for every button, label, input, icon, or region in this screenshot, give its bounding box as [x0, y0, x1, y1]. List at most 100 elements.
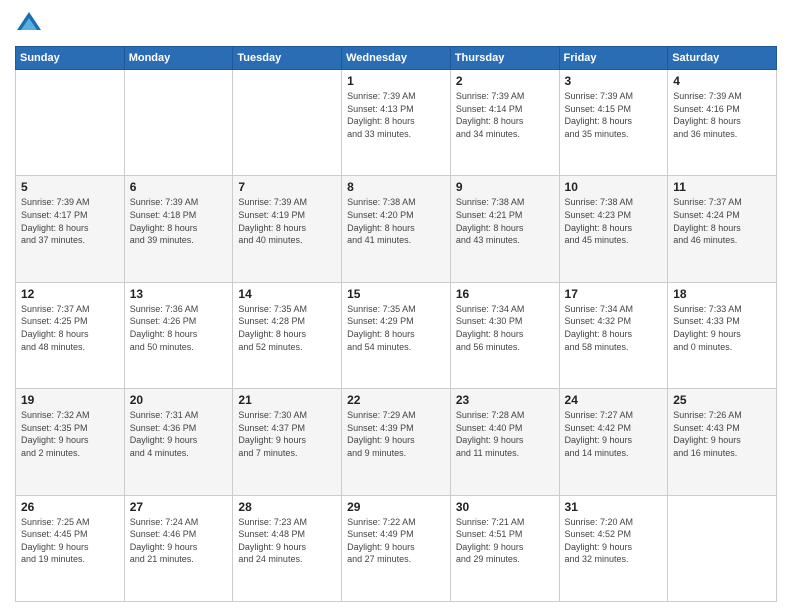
day-number: 10: [565, 180, 663, 194]
day-info: Sunrise: 7:28 AM Sunset: 4:40 PM Dayligh…: [456, 409, 554, 459]
day-info: Sunrise: 7:31 AM Sunset: 4:36 PM Dayligh…: [130, 409, 228, 459]
calendar-cell: 9 Sunrise: 7:38 AM Sunset: 4:21 PM Daylig…: [450, 176, 559, 282]
day-number: 25: [673, 393, 771, 407]
day-info: Sunrise: 7:30 AM Sunset: 4:37 PM Dayligh…: [238, 409, 336, 459]
calendar-cell: 29 Sunrise: 7:22 AM Sunset: 4:49 PM Dayli…: [342, 495, 451, 601]
day-info: Sunrise: 7:20 AM Sunset: 4:52 PM Dayligh…: [565, 516, 663, 566]
calendar-cell: 6 Sunrise: 7:39 AM Sunset: 4:18 PM Daylig…: [124, 176, 233, 282]
day-info: Sunrise: 7:38 AM Sunset: 4:21 PM Dayligh…: [456, 196, 554, 246]
day-number: 22: [347, 393, 445, 407]
day-number: 16: [456, 287, 554, 301]
calendar-header-sunday: Sunday: [16, 47, 125, 70]
calendar-week-5: 26 Sunrise: 7:25 AM Sunset: 4:45 PM Dayli…: [16, 495, 777, 601]
calendar-cell: [16, 70, 125, 176]
day-number: 21: [238, 393, 336, 407]
day-number: 14: [238, 287, 336, 301]
day-number: 2: [456, 74, 554, 88]
calendar-cell: 26 Sunrise: 7:25 AM Sunset: 4:45 PM Dayli…: [16, 495, 125, 601]
calendar-header-thursday: Thursday: [450, 47, 559, 70]
calendar-cell: 16Sunrise: 7:34 AM Sunset: 4:30 PM Dayli…: [450, 282, 559, 388]
calendar-cell: 19Sunrise: 7:32 AM Sunset: 4:35 PM Dayli…: [16, 389, 125, 495]
day-number: 19: [21, 393, 119, 407]
day-number: 9: [456, 180, 554, 194]
day-info: Sunrise: 7:23 AM Sunset: 4:48 PM Dayligh…: [238, 516, 336, 566]
calendar-cell: 12 Sunrise: 7:37 AM Sunset: 4:25 PM Dayli…: [16, 282, 125, 388]
calendar-week-3: 12 Sunrise: 7:37 AM Sunset: 4:25 PM Dayli…: [16, 282, 777, 388]
day-number: 24: [565, 393, 663, 407]
calendar-header-friday: Friday: [559, 47, 668, 70]
calendar-week-4: 19Sunrise: 7:32 AM Sunset: 4:35 PM Dayli…: [16, 389, 777, 495]
calendar-cell: 8Sunrise: 7:38 AM Sunset: 4:20 PM Daylig…: [342, 176, 451, 282]
day-info: Sunrise: 7:39 AM Sunset: 4:15 PM Dayligh…: [565, 90, 663, 140]
calendar-week-2: 5 Sunrise: 7:39 AM Sunset: 4:17 PM Daylig…: [16, 176, 777, 282]
day-number: 31: [565, 500, 663, 514]
calendar-cell: 10Sunrise: 7:38 AM Sunset: 4:23 PM Dayli…: [559, 176, 668, 282]
calendar-cell: 7Sunrise: 7:39 AM Sunset: 4:19 PM Daylig…: [233, 176, 342, 282]
day-number: 17: [565, 287, 663, 301]
calendar-header-saturday: Saturday: [668, 47, 777, 70]
calendar-cell: 21 Sunrise: 7:30 AM Sunset: 4:37 PM Dayli…: [233, 389, 342, 495]
calendar-cell: 18Sunrise: 7:33 AM Sunset: 4:33 PM Dayli…: [668, 282, 777, 388]
day-number: 20: [130, 393, 228, 407]
calendar-cell: 23 Sunrise: 7:28 AM Sunset: 4:40 PM Dayli…: [450, 389, 559, 495]
day-info: Sunrise: 7:39 AM Sunset: 4:13 PM Dayligh…: [347, 90, 445, 140]
day-number: 11: [673, 180, 771, 194]
day-number: 26: [21, 500, 119, 514]
day-info: Sunrise: 7:36 AM Sunset: 4:26 PM Dayligh…: [130, 303, 228, 353]
day-number: 15: [347, 287, 445, 301]
calendar-cell: 15 Sunrise: 7:35 AM Sunset: 4:29 PM Dayli…: [342, 282, 451, 388]
day-info: Sunrise: 7:25 AM Sunset: 4:45 PM Dayligh…: [21, 516, 119, 566]
day-number: 18: [673, 287, 771, 301]
calendar-cell: 30 Sunrise: 7:21 AM Sunset: 4:51 PM Dayli…: [450, 495, 559, 601]
calendar-cell: 17 Sunrise: 7:34 AM Sunset: 4:32 PM Dayli…: [559, 282, 668, 388]
day-number: 6: [130, 180, 228, 194]
logo: [15, 10, 47, 38]
day-info: Sunrise: 7:34 AM Sunset: 4:32 PM Dayligh…: [565, 303, 663, 353]
day-info: Sunrise: 7:39 AM Sunset: 4:17 PM Dayligh…: [21, 196, 119, 246]
day-info: Sunrise: 7:27 AM Sunset: 4:42 PM Dayligh…: [565, 409, 663, 459]
calendar-header-wednesday: Wednesday: [342, 47, 451, 70]
day-info: Sunrise: 7:39 AM Sunset: 4:16 PM Dayligh…: [673, 90, 771, 140]
day-info: Sunrise: 7:22 AM Sunset: 4:49 PM Dayligh…: [347, 516, 445, 566]
day-number: 4: [673, 74, 771, 88]
calendar-cell: 28Sunrise: 7:23 AM Sunset: 4:48 PM Dayli…: [233, 495, 342, 601]
calendar-cell: 13 Sunrise: 7:36 AM Sunset: 4:26 PM Dayli…: [124, 282, 233, 388]
calendar-cell: [668, 495, 777, 601]
day-number: 23: [456, 393, 554, 407]
calendar-header-monday: Monday: [124, 47, 233, 70]
day-number: 12: [21, 287, 119, 301]
calendar-header-tuesday: Tuesday: [233, 47, 342, 70]
calendar-cell: 24 Sunrise: 7:27 AM Sunset: 4:42 PM Dayli…: [559, 389, 668, 495]
calendar-cell: 14 Sunrise: 7:35 AM Sunset: 4:28 PM Dayli…: [233, 282, 342, 388]
calendar-cell: 1 Sunrise: 7:39 AM Sunset: 4:13 PM Daylig…: [342, 70, 451, 176]
day-number: 1: [347, 74, 445, 88]
logo-icon: [15, 10, 43, 38]
day-number: 30: [456, 500, 554, 514]
day-number: 7: [238, 180, 336, 194]
calendar-cell: 31 Sunrise: 7:20 AM Sunset: 4:52 PM Dayli…: [559, 495, 668, 601]
day-info: Sunrise: 7:39 AM Sunset: 4:18 PM Dayligh…: [130, 196, 228, 246]
day-number: 3: [565, 74, 663, 88]
calendar-cell: 5 Sunrise: 7:39 AM Sunset: 4:17 PM Daylig…: [16, 176, 125, 282]
calendar-week-1: 1 Sunrise: 7:39 AM Sunset: 4:13 PM Daylig…: [16, 70, 777, 176]
calendar-cell: [233, 70, 342, 176]
day-info: Sunrise: 7:37 AM Sunset: 4:25 PM Dayligh…: [21, 303, 119, 353]
calendar-cell: 11 Sunrise: 7:37 AM Sunset: 4:24 PM Dayli…: [668, 176, 777, 282]
day-info: Sunrise: 7:26 AM Sunset: 4:43 PM Dayligh…: [673, 409, 771, 459]
calendar-cell: 25 Sunrise: 7:26 AM Sunset: 4:43 PM Dayli…: [668, 389, 777, 495]
page: SundayMondayTuesdayWednesdayThursdayFrid…: [0, 0, 792, 612]
day-info: Sunrise: 7:39 AM Sunset: 4:14 PM Dayligh…: [456, 90, 554, 140]
day-number: 29: [347, 500, 445, 514]
calendar-cell: 3 Sunrise: 7:39 AM Sunset: 4:15 PM Daylig…: [559, 70, 668, 176]
calendar-cell: [124, 70, 233, 176]
day-number: 5: [21, 180, 119, 194]
day-info: Sunrise: 7:35 AM Sunset: 4:28 PM Dayligh…: [238, 303, 336, 353]
day-info: Sunrise: 7:29 AM Sunset: 4:39 PM Dayligh…: [347, 409, 445, 459]
day-info: Sunrise: 7:24 AM Sunset: 4:46 PM Dayligh…: [130, 516, 228, 566]
day-info: Sunrise: 7:37 AM Sunset: 4:24 PM Dayligh…: [673, 196, 771, 246]
day-info: Sunrise: 7:35 AM Sunset: 4:29 PM Dayligh…: [347, 303, 445, 353]
day-info: Sunrise: 7:21 AM Sunset: 4:51 PM Dayligh…: [456, 516, 554, 566]
calendar-cell: 27Sunrise: 7:24 AM Sunset: 4:46 PM Dayli…: [124, 495, 233, 601]
calendar-cell: 20 Sunrise: 7:31 AM Sunset: 4:36 PM Dayli…: [124, 389, 233, 495]
day-number: 13: [130, 287, 228, 301]
